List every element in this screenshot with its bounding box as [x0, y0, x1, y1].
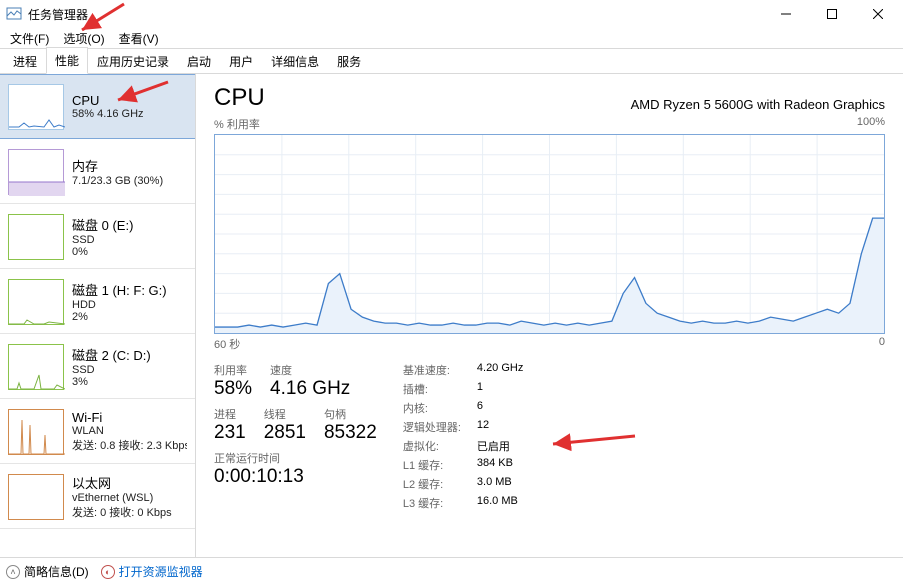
l3-label: L3 缓存: [403, 495, 461, 511]
disk2-pct: 3% [72, 376, 151, 388]
brief-label: 简略信息(D) [24, 563, 89, 580]
disk2-title: 磁盘 2 (C: D:) [72, 345, 151, 364]
sidebar: CPU58% 4.16 GHz 内存7.1/23.3 GB (30%) 磁盘 0… [0, 74, 196, 557]
uptime-label: 正常运行时间 [214, 450, 377, 466]
socket-value: 1 [477, 381, 523, 397]
menu-file[interactable]: 文件(F) [4, 28, 55, 49]
l1-value: 384 KB [477, 457, 523, 473]
cpu-sub: 58% 4.16 GHz [72, 108, 144, 120]
disk0-title: 磁盘 0 (E:) [72, 215, 133, 234]
l3-value: 16.0 MB [477, 495, 523, 511]
util-label: 利用率 [214, 362, 252, 378]
chevron-up-icon: ˄ [6, 565, 20, 579]
chart-xright: 0 [879, 336, 885, 352]
disk2-sub: SSD [72, 364, 151, 376]
eth-rates: 发送: 0 接收: 0 Kbps [72, 504, 172, 520]
cpu-chart[interactable] [214, 134, 885, 334]
lp-value: 12 [477, 419, 523, 435]
thread-label: 线程 [264, 406, 306, 422]
virt-label: 虚拟化: [403, 438, 461, 454]
disk1-sub: HDD [72, 299, 167, 311]
resource-monitor-icon: ◐ [101, 565, 115, 579]
maximize-button[interactable] [809, 0, 855, 28]
menu-options[interactable]: 选项(O) [57, 28, 110, 49]
eth-thumbnail [8, 474, 64, 520]
sidebar-item-wifi[interactable]: Wi-FiWLAN发送: 0.8 接收: 2.3 Kbps [0, 399, 195, 464]
footer: ˄ 简略信息(D) ◐ 打开资源监视器 [0, 557, 903, 585]
wifi-sub: WLAN [72, 425, 187, 437]
menu-view[interactable]: 查看(V) [113, 28, 165, 49]
chart-xleft: 60 秒 [214, 336, 240, 352]
tab-bar: 进程 性能 应用历史记录 启动 用户 详细信息 服务 [0, 48, 903, 74]
sidebar-item-ethernet[interactable]: 以太网vEthernet (WSL)发送: 0 接收: 0 Kbps [0, 464, 195, 529]
resmon-label: 打开资源监视器 [119, 563, 203, 580]
memory-title: 内存 [72, 156, 163, 175]
disk1-pct: 2% [72, 311, 167, 323]
brief-toggle[interactable]: ˄ 简略信息(D) [6, 563, 89, 580]
chart-ylabel: % 利用率 [214, 116, 260, 132]
thread-value: 2851 [264, 422, 306, 444]
core-value: 6 [477, 400, 523, 416]
sidebar-item-disk1[interactable]: 磁盘 1 (H: F: G:)HDD2% [0, 269, 195, 334]
speed-value: 4.16 GHz [270, 378, 350, 400]
wifi-rates: 发送: 0.8 接收: 2.3 Kbps [72, 437, 187, 453]
sidebar-item-memory[interactable]: 内存7.1/23.3 GB (30%) [0, 139, 195, 204]
wifi-thumbnail [8, 409, 64, 455]
memory-sub: 7.1/23.3 GB (30%) [72, 175, 163, 187]
eth-title: 以太网 [72, 473, 172, 492]
proc-value: 231 [214, 422, 246, 444]
eth-sub: vEthernet (WSL) [72, 492, 172, 504]
sidebar-item-disk2[interactable]: 磁盘 2 (C: D:)SSD3% [0, 334, 195, 399]
disk0-pct: 0% [72, 246, 133, 258]
title-bar: 任务管理器 [0, 0, 903, 28]
disk0-sub: SSD [72, 234, 133, 246]
handle-label: 句柄 [324, 406, 377, 422]
core-label: 内核: [403, 400, 461, 416]
sidebar-item-disk0[interactable]: 磁盘 0 (E:)SSD0% [0, 204, 195, 269]
disk2-thumbnail [8, 344, 64, 390]
main-title: CPU [214, 84, 265, 112]
tab-processes[interactable]: 进程 [4, 48, 46, 74]
lp-label: 逻辑处理器: [403, 419, 461, 435]
cpu-model: AMD Ryzen 5 5600G with Radeon Graphics [631, 97, 885, 112]
tab-performance[interactable]: 性能 [46, 47, 88, 74]
sidebar-item-cpu[interactable]: CPU58% 4.16 GHz [0, 74, 195, 139]
minimize-button[interactable] [763, 0, 809, 28]
cpu-title: CPU [72, 93, 144, 108]
l2-value: 3.0 MB [477, 476, 523, 492]
tab-startup[interactable]: 启动 [178, 48, 220, 74]
virt-value: 已启用 [477, 438, 523, 454]
l2-label: L2 缓存: [403, 476, 461, 492]
util-value: 58% [214, 378, 252, 400]
tab-app-history[interactable]: 应用历史记录 [88, 48, 178, 74]
tab-details[interactable]: 详细信息 [262, 48, 328, 74]
main-panel: CPU AMD Ryzen 5 5600G with Radeon Graphi… [196, 74, 903, 557]
menu-bar: 文件(F) 选项(O) 查看(V) [0, 28, 903, 48]
app-icon [6, 6, 22, 22]
proc-label: 进程 [214, 406, 246, 422]
memory-thumbnail [8, 149, 64, 195]
wifi-title: Wi-Fi [72, 410, 187, 425]
resource-monitor-link[interactable]: ◐ 打开资源监视器 [101, 563, 203, 580]
base-speed-value: 4.20 GHz [477, 362, 523, 378]
tab-users[interactable]: 用户 [220, 48, 262, 74]
handle-value: 85322 [324, 422, 377, 444]
cpu-thumbnail [8, 84, 64, 130]
disk0-thumbnail [8, 214, 64, 260]
close-button[interactable] [855, 0, 901, 28]
tab-services[interactable]: 服务 [328, 48, 370, 74]
chart-ymax: 100% [857, 116, 885, 132]
window-title: 任务管理器 [28, 6, 763, 23]
uptime-value: 0:00:10:13 [214, 466, 377, 488]
speed-label: 速度 [270, 362, 350, 378]
disk1-thumbnail [8, 279, 64, 325]
disk1-title: 磁盘 1 (H: F: G:) [72, 280, 167, 299]
socket-label: 插槽: [403, 381, 461, 397]
l1-label: L1 缓存: [403, 457, 461, 473]
base-speed-label: 基准速度: [403, 362, 461, 378]
